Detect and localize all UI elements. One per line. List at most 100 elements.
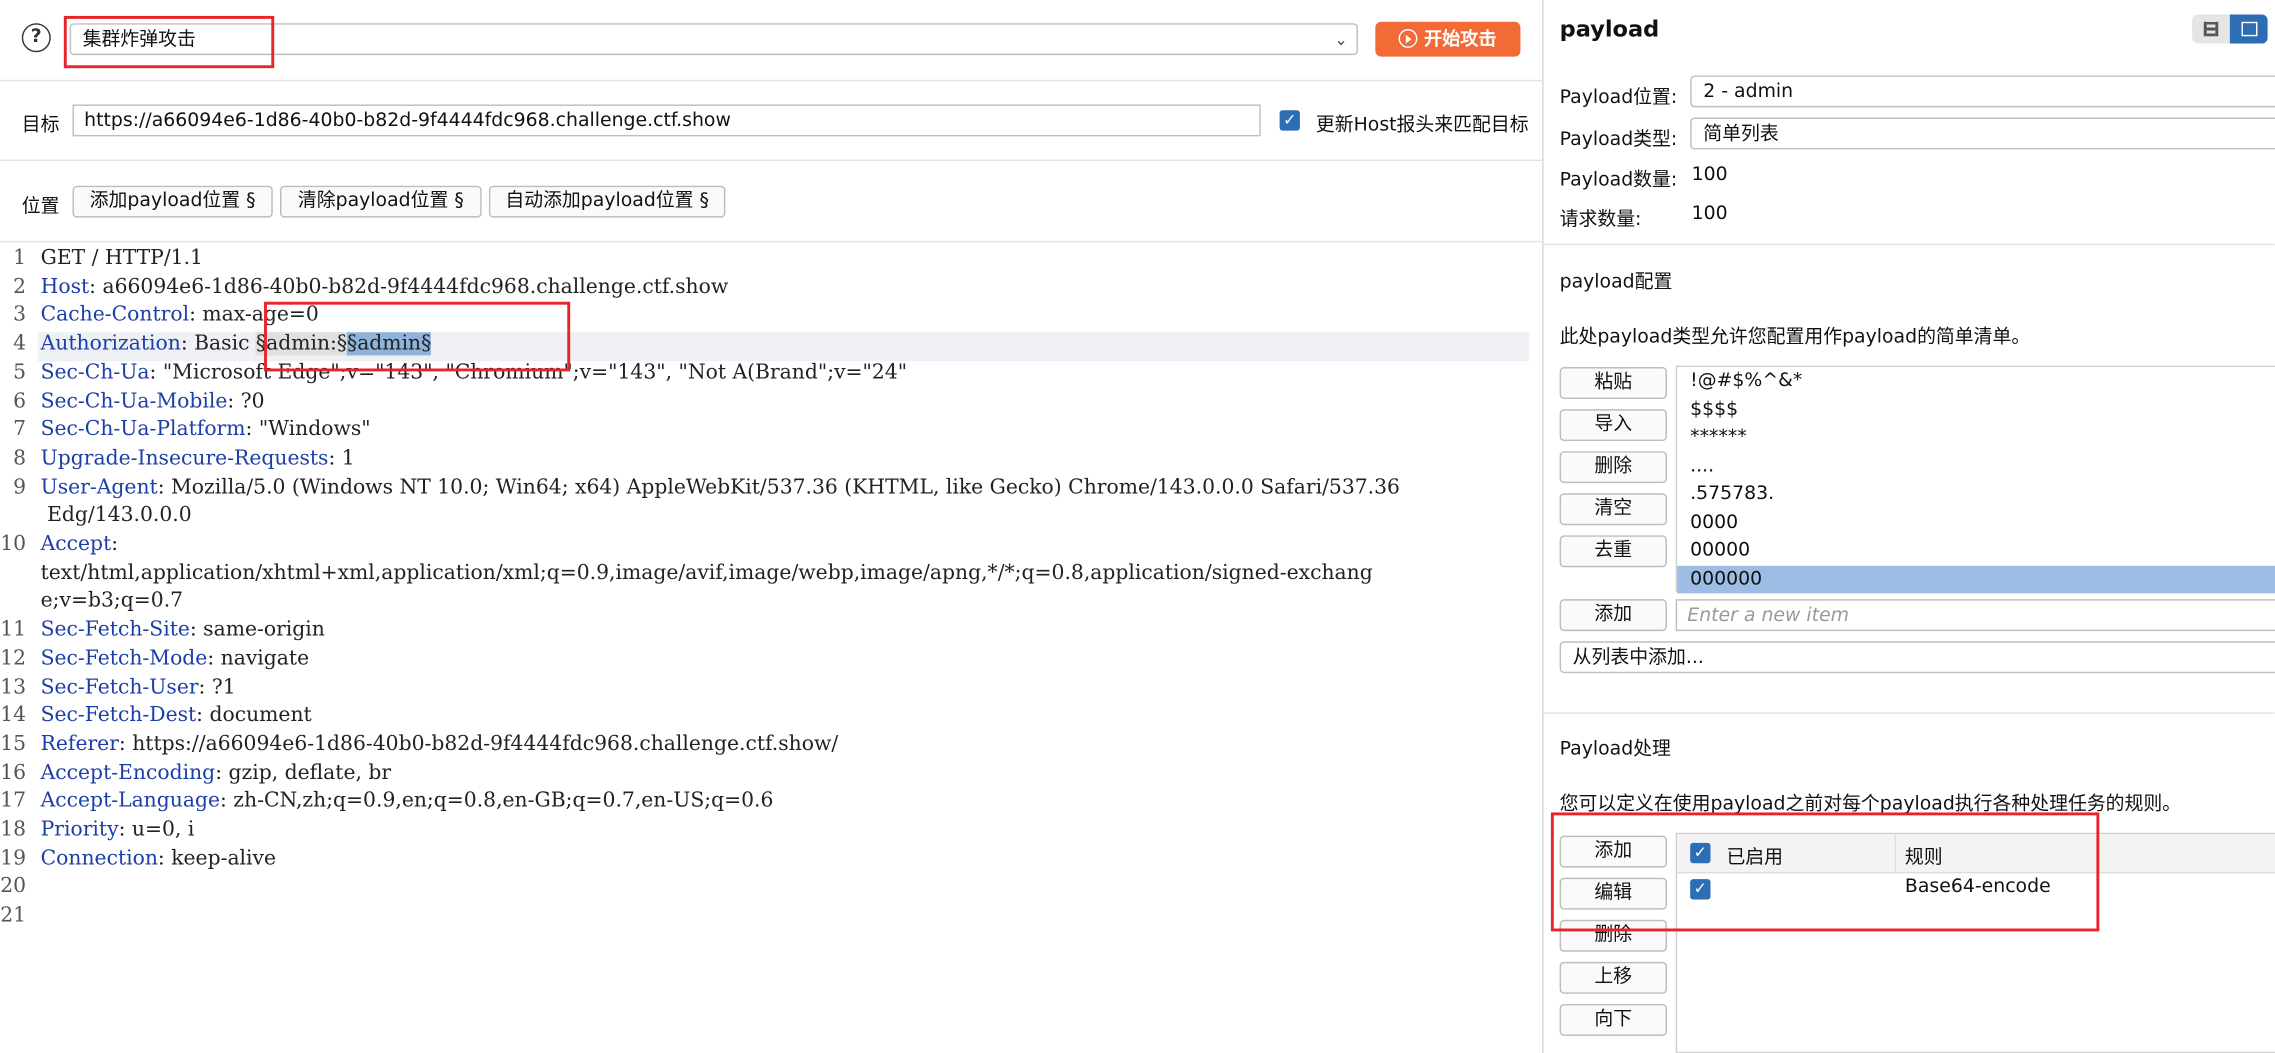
header-value: : 1: [328, 446, 355, 470]
line-number: 4: [13, 332, 27, 356]
header-key: Accept-Language: [40, 789, 221, 813]
request-line[interactable]: Upgrade-Insecure-Requests: 1: [41, 447, 355, 470]
payload-list-item[interactable]: .575783.: [1677, 480, 2275, 508]
payload-count-value: 100: [1691, 163, 1728, 186]
request-line[interactable]: text/html,application/xhtml+xml,applicat…: [41, 561, 1373, 584]
line-number: 15: [0, 732, 27, 756]
line-number: 7: [13, 418, 27, 442]
line-number: 13: [0, 675, 27, 699]
payload-list-item[interactable]: ....: [1677, 452, 2275, 480]
request-line[interactable]: Connection: keep-alive: [41, 847, 276, 870]
payload-list-item[interactable]: $$$$: [1677, 395, 2275, 423]
processing-button-4[interactable]: 向下: [1559, 1003, 1667, 1036]
payload-position-select[interactable]: 2 - admin: [1690, 75, 2275, 108]
header-value: : a66094e6-1d86-40b0-b82d-9f4444fdc968.c…: [89, 275, 729, 299]
header-value: GET / HTTP/1.1: [40, 246, 203, 270]
clear-payload-position-button[interactable]: 清除payload位置 §: [280, 185, 482, 218]
header-key: Connection: [40, 846, 158, 871]
divider: [0, 79, 1543, 82]
line-number: 6: [13, 389, 27, 413]
header-value: :: [111, 532, 119, 556]
payload-list-item[interactable]: 0000: [1677, 509, 2275, 537]
list-view-icon[interactable]: [2203, 21, 2219, 37]
payload-config-description: 此处payload类型允许您配置用作payload的简单清单。: [1559, 326, 2031, 349]
payload-list[interactable]: !@#$%^&* $$$$ ******.... .575783. 0000 00000 0…: [1675, 365, 2275, 594]
divider: [1543, 712, 2275, 714]
header-value: : zh-CN,zh;q=0.9,en;q=0.8,en-GB;q=0.7,en…: [220, 789, 774, 813]
request-line[interactable]: Sec-Fetch-Dest: document: [41, 704, 312, 727]
request-line[interactable]: Sec-Fetch-Mode: navigate: [41, 647, 309, 670]
line-number: 20: [0, 875, 27, 899]
update-host-checkbox[interactable]: ✓: [1279, 110, 1300, 131]
line-number: 5: [13, 360, 27, 385]
header-key: Sec-Fetch-Site: [40, 618, 190, 642]
payload-config-title: payload配置: [1559, 271, 1673, 294]
header-value: : keep-alive: [157, 846, 277, 871]
line-number: 17: [0, 789, 27, 813]
header-value: : document: [196, 703, 312, 728]
header-key: Sec-Fetch-Dest: [40, 703, 197, 728]
header-value: e;v=b3;q=0.7: [40, 589, 184, 613]
line-number: 14: [0, 703, 27, 728]
header-value: : ?1: [198, 675, 236, 699]
annotation-box-auth-payload: [264, 301, 571, 372]
request-line[interactable]: Edg/143.0.0.0: [41, 504, 192, 527]
request-line[interactable]: Sec-Fetch-Site: same-origin: [41, 618, 325, 641]
header-value: : Mozilla/5.0 (Windows NT 10.0; Win64; x…: [157, 475, 1400, 499]
payload-panel-title: payload: [1559, 15, 1660, 43]
positions-label: 位置: [21, 195, 60, 218]
line-number: 3: [13, 303, 27, 327]
payload-list-item[interactable]: 000000: [1677, 565, 2275, 594]
target-url-input[interactable]: https://a66094e6-1d86-40b0-b82d-9f4444fd…: [72, 104, 1261, 137]
new-item-input[interactable]: Enter a new item: [1675, 599, 2275, 632]
intruder-positions-panel: ? 集群炸弹攻击 ⌄ 开始攻击 目标 https://a66094e6-1d86…: [0, 0, 1544, 1053]
request-line[interactable]: GET / HTTP/1.1: [41, 247, 203, 270]
request-line[interactable]: User-Agent: Mozilla/5.0 (Windows NT 10.0…: [41, 475, 1400, 498]
line-number: 11: [0, 618, 27, 642]
update-host-label: 更新Host报头来匹配目标: [1315, 114, 1529, 137]
request-editor[interactable]: 1 GET / HTTP/1.1 2 Host: a66094e6-1d86-40b0…: [0, 244, 1542, 1053]
line-number: 9: [13, 475, 27, 499]
payload-list-item[interactable]: ******: [1677, 424, 2275, 452]
line-number: 10: [0, 532, 27, 556]
header-value: : u=0, i: [118, 818, 195, 842]
payload-list-item[interactable]: !@#$%^&*: [1677, 367, 2275, 395]
payload-list-button-2[interactable]: 删除: [1559, 451, 1667, 484]
line-number: 1: [13, 246, 27, 270]
add-payload-position-button[interactable]: 添加payload位置 §: [72, 185, 273, 218]
request-line[interactable]: Priority: u=0, i: [41, 818, 195, 841]
header-value: : ?0: [227, 389, 265, 413]
processing-button-3[interactable]: 上移: [1559, 961, 1667, 994]
payload-list-button-4[interactable]: 去重: [1559, 535, 1667, 568]
panel-view-icon[interactable]: [2229, 14, 2268, 44]
payload-list-button-0[interactable]: 粘贴: [1559, 367, 1667, 399]
payload-list-button-1[interactable]: 导入: [1559, 409, 1667, 442]
payload-list-button-3[interactable]: 清空: [1559, 493, 1667, 526]
request-line[interactable]: Sec-Ch-Ua-Mobile: ?0: [41, 390, 265, 413]
auto-add-payload-position-button[interactable]: 自动添加payload位置 §: [488, 185, 726, 218]
request-line[interactable]: Host: a66094e6-1d86-40b0-b82d-9f4444fdc9…: [41, 275, 729, 298]
payload-type-select[interactable]: 简单列表: [1690, 117, 2275, 150]
add-from-list-select[interactable]: 从列表中添加...: [1559, 641, 2275, 674]
header-key: Sec-Fetch-Mode: [40, 646, 208, 670]
request-line[interactable]: Accept-Encoding: gzip, deflate, br: [41, 761, 391, 784]
payload-list-item[interactable]: 00000: [1677, 537, 2275, 565]
payload-processing-title: Payload处理: [1559, 738, 1671, 761]
add-payload-item-button[interactable]: 添加: [1559, 599, 1667, 632]
request-line[interactable]: Accept:: [41, 532, 118, 555]
line-number: 21: [0, 903, 27, 928]
request-line[interactable]: Sec-Ch-Ua-Platform: "Windows": [41, 418, 371, 441]
line-number: 19: [0, 846, 27, 871]
header-value: : same-origin: [189, 618, 325, 642]
annotation-box-processing: [1550, 812, 2100, 932]
request-line[interactable]: e;v=b3;q=0.7: [41, 590, 183, 613]
request-line[interactable]: Referer: https://a66094e6-1d86-40b0-b82d…: [41, 732, 839, 755]
line-number: 16: [0, 761, 27, 785]
header-key: Referer: [40, 732, 119, 756]
request-line[interactable]: Accept-Language: zh-CN,zh;q=0.9,en;q=0.8…: [41, 790, 774, 813]
play-circle-icon: [1399, 29, 1419, 48]
view-toggle[interactable]: [2192, 14, 2268, 44]
help-icon[interactable]: ?: [21, 23, 51, 53]
request-line[interactable]: Sec-Fetch-User: ?1: [41, 675, 236, 698]
start-attack-button[interactable]: 开始攻击: [1375, 21, 1521, 57]
